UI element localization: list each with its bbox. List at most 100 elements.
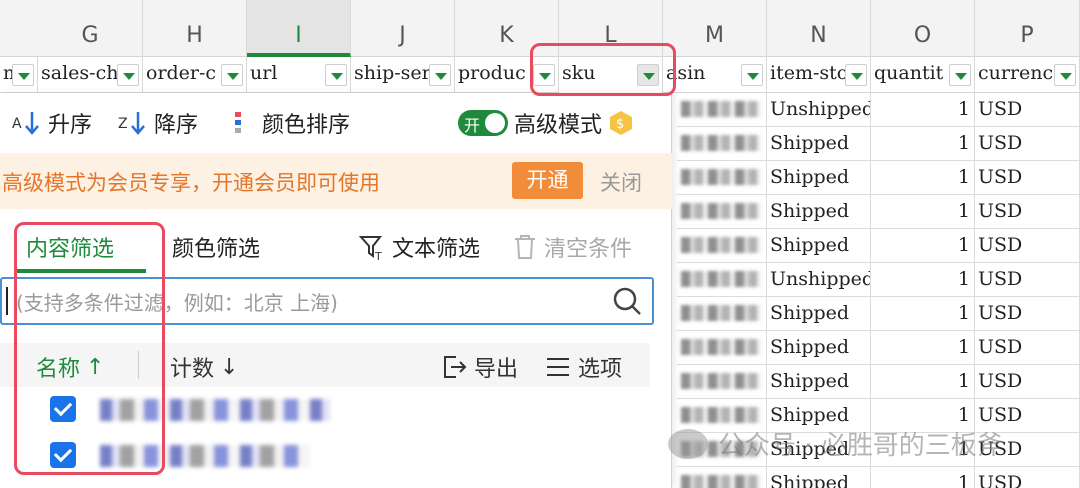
export-icon [444,356,467,378]
highlight-sku-header [530,43,676,96]
asin-cell[interactable] [677,297,767,331]
toggle-switch[interactable]: 开 [458,110,508,136]
advanced-mode-toggle[interactable]: 开 高级模式 $ [458,109,634,138]
dropdown-arrow-icon[interactable] [1054,64,1076,86]
wechat-icon [668,428,708,459]
column-m-header[interactable]: M [663,0,767,57]
quantity-cell[interactable]: 1 [871,93,975,127]
vip-coin-icon: $ [610,111,633,135]
dropdown-arrow-icon[interactable] [949,64,971,86]
asin-cell[interactable] [677,127,767,161]
dropdown-arrow-icon[interactable] [325,64,347,86]
quantity-cell[interactable]: 1 [871,263,975,297]
item-status-cell[interactable]: Unshipped [767,263,871,297]
quantity-cell[interactable]: 1 [871,365,975,399]
column-g-header[interactable]: G [38,0,143,57]
currency-cell[interactable]: USD [975,331,1080,365]
sort-descending-button[interactable]: Z 降序 [118,109,198,138]
export-button[interactable]: 导出 [440,351,518,383]
sort-by-color-button[interactable]: 颜色排序 [232,109,350,138]
dropdown-arrow-icon[interactable] [429,64,451,86]
count-column-label: 计数 [170,357,215,382]
dropdown-arrow-icon[interactable] [12,64,34,86]
currency-cell[interactable]: USD [975,127,1080,161]
open-membership-button[interactable]: 开通 [512,162,583,199]
dropdown-arrow-icon[interactable] [117,64,139,86]
options-button[interactable]: 选项 [544,351,622,383]
filter-cell[interactable]: item-sto [767,57,871,93]
quantity-cell[interactable]: 1 [871,127,975,161]
advanced-mode-label: 高级模式 [514,113,603,138]
asin-cell[interactable] [677,229,767,263]
item-status-cell[interactable]: Shipped [767,161,871,195]
asin-cell[interactable] [677,161,767,195]
currency-cell[interactable]: USD [975,161,1080,195]
filter-header-label: url [250,62,278,84]
asin-cell[interactable] [677,263,767,297]
asin-cell[interactable] [677,93,767,127]
clear-conditions-button[interactable]: 清空条件 [512,231,632,263]
currency-cell[interactable]: USD [975,365,1080,399]
quantity-cell[interactable]: 1 [871,161,975,195]
filter-cell[interactable]: url [247,57,351,93]
color-sort-icon [235,112,241,133]
item-status-cell[interactable]: Unshipped [767,93,871,127]
sort-ascending-label: 升序 [48,113,93,138]
dropdown-arrow-icon[interactable] [741,64,763,86]
asin-cell[interactable] [677,195,767,229]
column-j-header[interactable]: J [351,0,455,57]
asin-cell[interactable] [677,365,767,399]
quantity-cell[interactable]: 1 [871,195,975,229]
asin-cell[interactable] [677,331,767,365]
filter-cell[interactable]: ship-ser [351,57,455,93]
asin-cell[interactable] [677,467,767,488]
filter-cell[interactable]: order-c [143,57,247,93]
vip-notice-bar: 高级模式为会员专享，开通会员即可使用 开通 关闭 [0,153,672,209]
item-status-cell[interactable]: Shipped [767,195,871,229]
filter-header-label: produc [458,62,526,84]
quantity-cell[interactable]: 1 [871,297,975,331]
item-status-cell[interactable]: Shipped [767,229,871,263]
filter-cell[interactable]: sales-ch [38,57,143,93]
quantity-cell[interactable]: 1 [871,229,975,263]
currency-cell[interactable]: USD [975,263,1080,297]
filter-cell[interactable]: quantit [871,57,975,93]
dropdown-arrow-icon[interactable] [845,64,867,86]
column-n-header[interactable]: N [767,0,871,57]
currency-cell[interactable]: USD [975,93,1080,127]
table-row: Unshipped 1 USD [677,93,1080,127]
sort-ascending-button[interactable]: A 升序 [12,109,93,138]
highlight-content-filter [14,222,165,475]
arrow-down-icon: ↓ [220,354,239,380]
currency-cell[interactable]: USD [975,229,1080,263]
close-notice-button[interactable]: 关闭 [600,167,642,197]
export-label: 导出 [474,357,519,382]
quantity-cell[interactable]: 1 [871,331,975,365]
quantity-cell[interactable]: 1 [871,467,975,488]
table-row: Shipped 1 USD [677,127,1080,161]
column-h-header[interactable]: H [143,0,247,57]
menu-icon [547,358,569,376]
currency-cell[interactable]: USD [975,297,1080,331]
options-label: 选项 [578,357,623,382]
search-icon[interactable] [612,286,642,316]
filter-header-label: currenc [978,62,1054,84]
filter-cell[interactable]: m [0,57,38,93]
tab-color-filter[interactable]: 颜色筛选 [172,231,260,263]
currency-cell[interactable]: USD [975,195,1080,229]
column-p-header[interactable]: P [975,0,1080,57]
filter-cell[interactable]: currenc [975,57,1080,93]
dropdown-arrow-icon[interactable] [221,64,243,86]
item-status-cell[interactable]: Shipped [767,365,871,399]
clear-conditions-label: 清空条件 [544,237,633,262]
item-status-cell[interactable]: Shipped [767,297,871,331]
text-filter-button[interactable]: T 文本筛选 [358,231,480,263]
column-o-header[interactable]: O [871,0,975,57]
filter-cell[interactable]: asin [663,57,767,93]
item-status-cell[interactable]: Shipped [767,331,871,365]
column-i-header[interactable]: I [247,0,351,57]
item-status-cell[interactable]: Shipped [767,127,871,161]
item-status-cell[interactable]: Shipped [767,467,871,488]
currency-cell[interactable]: USD [975,467,1080,488]
sort-by-count-button[interactable]: 计数 ↓ [170,351,238,383]
